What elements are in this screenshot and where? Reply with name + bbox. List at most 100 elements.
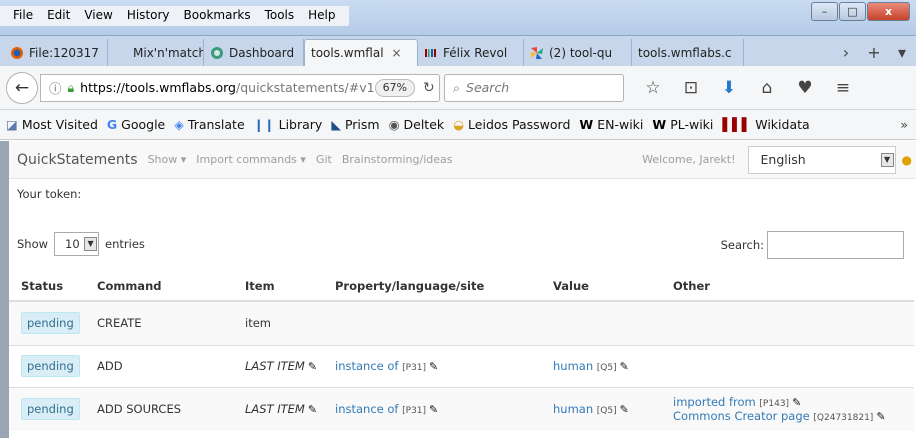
- tab-felix-revol[interactable]: Félix Revol: [418, 39, 524, 66]
- bookmark-item[interactable]: W EN-wiki: [579, 117, 643, 132]
- status-badge: pending: [21, 398, 80, 421]
- other-link[interactable]: imported from: [673, 395, 756, 409]
- minimize-button[interactable]: –: [811, 2, 838, 21]
- nav-git-link[interactable]: Git: [316, 153, 332, 166]
- tab-dashboard[interactable]: Dashboard: [204, 39, 304, 66]
- brand-title[interactable]: QuickStatements: [17, 152, 138, 168]
- value-id: [Q5]: [596, 363, 617, 373]
- most-visited-icon: ◪: [6, 117, 18, 132]
- other-link[interactable]: Commons Creator page: [673, 409, 810, 423]
- tab-mixnmatch[interactable]: Mix'n'match: [108, 39, 204, 66]
- bookmark-item[interactable]: ◒ Leidos Password: [453, 117, 570, 132]
- toolbar-icons: ☆ ⊡ ⬇ ⌂ ♥ ≡: [634, 78, 862, 98]
- bookmark-label: Most Visited: [21, 117, 98, 132]
- reload-icon[interactable]: ↻: [423, 80, 435, 96]
- menu-bookmarks[interactable]: Bookmarks: [177, 6, 258, 26]
- entries-select[interactable]: 10 ▼: [54, 232, 100, 256]
- menu-edit[interactable]: Edit: [40, 6, 77, 26]
- language-select[interactable]: English ▼: [747, 145, 896, 174]
- property-link[interactable]: instance of: [335, 402, 398, 416]
- cell-value: [541, 300, 661, 345]
- bookmark-item[interactable]: ▌▌▌ Wikidata: [722, 117, 809, 132]
- edit-pencil-icon[interactable]: ✎: [620, 403, 629, 416]
- tab-list-icon[interactable]: ▾: [888, 43, 916, 62]
- header-other[interactable]: Other: [661, 271, 914, 302]
- bookmarks-overflow-icon[interactable]: »: [900, 117, 908, 132]
- bookmark-item[interactable]: ◈ Translate: [174, 117, 244, 132]
- tab-tools-wmflabs-active[interactable]: tools.wmflal ×: [304, 39, 418, 66]
- url-bar[interactable]: ⓘ 🔒︎ https://tools.wmflabs.org/quickstat…: [40, 73, 440, 102]
- show-label: Show: [17, 237, 49, 251]
- edit-pencil-icon[interactable]: ✎: [308, 360, 317, 373]
- back-button[interactable]: ←: [6, 71, 38, 104]
- value-link[interactable]: human: [553, 402, 593, 416]
- url-path: /quickstatements/#v1: [236, 80, 375, 95]
- home-icon[interactable]: ⌂: [748, 78, 786, 98]
- prism-icon: ◣: [331, 117, 341, 132]
- library-icon: ❙❙: [253, 117, 275, 132]
- tab-scroll-right-icon[interactable]: ›: [832, 43, 860, 62]
- edit-pencil-icon[interactable]: ✎: [429, 403, 438, 416]
- tab-tool-qu[interactable]: (2) tool-qu: [524, 39, 632, 66]
- close-tab-icon[interactable]: ×: [392, 46, 402, 60]
- header-property[interactable]: Property/language/site: [323, 271, 541, 302]
- bookmark-label: Wikidata: [755, 117, 810, 132]
- table-search-label: Search:: [720, 238, 764, 252]
- bookmark-item[interactable]: ❙❙ Library: [254, 117, 323, 132]
- new-tab-button[interactable]: +: [860, 43, 888, 62]
- menu-view[interactable]: View: [77, 6, 119, 26]
- bookmark-item[interactable]: ◣ Prism: [331, 117, 379, 132]
- property-id: [P31]: [402, 363, 427, 373]
- header-value[interactable]: Value: [541, 271, 661, 302]
- item-text: LAST ITEM: [245, 402, 305, 417]
- property-link[interactable]: instance of: [335, 359, 398, 373]
- nav-show-menu[interactable]: Show ▾: [148, 153, 187, 166]
- nav-import-commands-menu[interactable]: Import commands ▾: [196, 153, 306, 166]
- cell-status: pending: [9, 300, 85, 345]
- menu-history[interactable]: History: [120, 6, 177, 26]
- bookmark-item[interactable]: ◉ Deltek: [389, 117, 445, 132]
- bookmark-item[interactable]: ◪ Most Visited: [6, 117, 98, 132]
- edit-pencil-icon[interactable]: ✎: [429, 360, 438, 373]
- tab-label: tools.wmflabs.c: [638, 45, 732, 60]
- header-command[interactable]: Command: [85, 271, 233, 302]
- edit-pencil-icon[interactable]: ✎: [876, 410, 885, 423]
- header-item[interactable]: Item: [233, 271, 323, 302]
- nav-brainstorming-link[interactable]: Brainstorming/ideas: [342, 153, 453, 166]
- search-placeholder: Search: [466, 80, 510, 95]
- bookmark-item[interactable]: G Google: [107, 117, 165, 132]
- other-entry: imported from [P143] ✎: [673, 395, 914, 409]
- search-bar[interactable]: ⌕ Search: [444, 73, 624, 102]
- pocket-icon[interactable]: ♥: [786, 78, 824, 98]
- cell-status: pending: [9, 344, 85, 387]
- tab-file[interactable]: File:120317: [4, 39, 108, 66]
- hamburger-menu-icon[interactable]: ≡: [824, 78, 862, 98]
- globe-icon[interactable]: ●: [902, 153, 912, 167]
- cell-other: [661, 300, 914, 345]
- cell-property: instance of [P31] ✎: [323, 344, 541, 387]
- downloads-icon[interactable]: ⬇: [710, 78, 748, 98]
- bookmark-star-icon[interactable]: ☆: [634, 78, 672, 98]
- menu-file[interactable]: File: [6, 6, 40, 26]
- menu-tools[interactable]: Tools: [258, 6, 302, 26]
- bookmark-label: Translate: [187, 117, 245, 132]
- edit-pencil-icon[interactable]: ✎: [792, 396, 801, 409]
- header-status[interactable]: Status: [9, 271, 85, 302]
- maximize-button[interactable]: □: [839, 2, 866, 21]
- value-link[interactable]: human: [553, 359, 593, 373]
- reader-list-icon[interactable]: ⊡: [672, 78, 710, 98]
- edit-pencil-icon[interactable]: ✎: [308, 403, 317, 416]
- table-row: pending ADD LAST ITEM ✎ instance of [P31] ✎ hu…: [9, 344, 914, 387]
- close-window-button[interactable]: x: [867, 2, 910, 21]
- tab-tools-wmflabs-c[interactable]: tools.wmflabs.c: [632, 39, 744, 66]
- tab-label: tools.wmflal: [311, 46, 384, 60]
- edit-pencil-icon[interactable]: ✎: [620, 360, 629, 373]
- menu-help[interactable]: Help: [301, 6, 342, 26]
- info-icon[interactable]: ⓘ: [49, 78, 62, 97]
- zoom-indicator[interactable]: 67%: [374, 78, 416, 97]
- table-search-input[interactable]: [767, 231, 904, 259]
- token-label: Your token:: [17, 187, 82, 201]
- bookmark-item[interactable]: W PL-wiki: [652, 117, 713, 132]
- commands-table: Status Command Item Property/language/si…: [9, 271, 914, 431]
- item-text: item: [245, 316, 271, 331]
